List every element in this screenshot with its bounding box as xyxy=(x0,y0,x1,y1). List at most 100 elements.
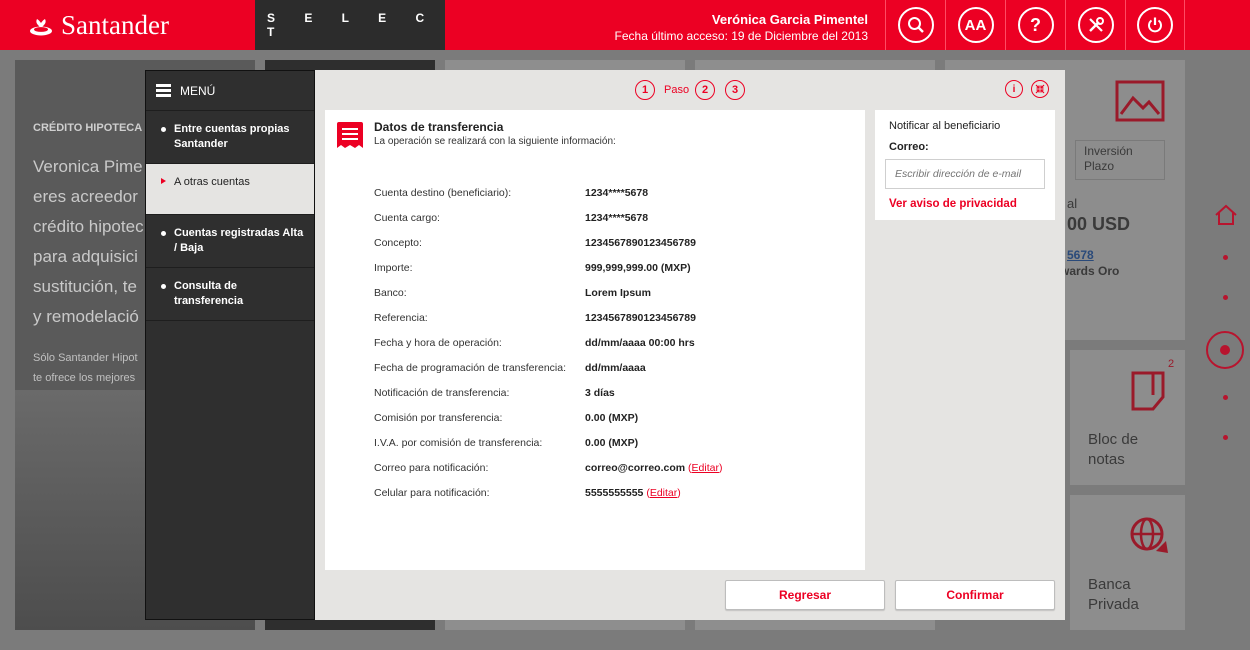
nav-dot xyxy=(1223,255,1228,260)
notepad-icon xyxy=(1131,371,1165,411)
nav-dot xyxy=(1223,395,1228,400)
detail-row: Cuenta destino (beneficiario): 1234****56… xyxy=(374,180,722,205)
detail-value: 1234****5678 xyxy=(585,186,649,199)
nav-dot-active xyxy=(1206,331,1244,369)
info-icon[interactable]: i xyxy=(1005,80,1023,98)
nav-dot xyxy=(1223,295,1228,300)
detail-label: Comisión por transferencia: xyxy=(374,411,503,424)
menu-item-own-accounts[interactable]: Entre cuentas propias Santander xyxy=(146,111,314,164)
card-name: wards Oro xyxy=(1060,264,1120,278)
notify-beneficiary-panel: Notificar al beneficiario Correo: Ver av… xyxy=(875,110,1055,220)
detail-value: dd/mm/aaaa xyxy=(585,361,646,374)
power-icon xyxy=(1137,7,1173,43)
globe-icon xyxy=(1130,517,1168,553)
notes-card: 2 Bloc de notas xyxy=(1070,350,1185,485)
detail-row: Importe: 999,999,999.00 (MXP) xyxy=(374,255,722,280)
detail-value: 0.00 (MXP) xyxy=(585,411,639,424)
user-info: Verónica Garcia Pimentel Fecha último ac… xyxy=(615,12,868,43)
search-icon xyxy=(897,7,934,43)
menu-item-label: A otras cuentas xyxy=(174,176,250,188)
transfer-details-panel: Datos de transferencia La operación se r… xyxy=(325,110,865,570)
detail-label: Celular para notificación: xyxy=(374,486,490,499)
detail-row: Banco: Lorem Ipsum xyxy=(374,280,722,305)
detail-label: Notificación de transferencia: xyxy=(374,386,510,399)
search-button[interactable] xyxy=(885,0,945,50)
font-size-button[interactable]: AA xyxy=(945,0,1005,50)
transfer-menu: MENÚ Entre cuentas propias Santander A o… xyxy=(145,70,315,620)
detail-row: Celular para notificación: 5555555555 (Ed… xyxy=(374,480,722,505)
promo-small-line: te ofrece los mejores xyxy=(33,372,136,384)
step-3: 3 xyxy=(725,80,746,100)
detail-label: Importe: xyxy=(374,261,413,274)
confirm-button[interactable]: Confirmar xyxy=(895,580,1055,610)
balance-amount: 00 USD xyxy=(1067,214,1131,234)
tools-icon xyxy=(1077,7,1114,43)
detail-label: Concepto: xyxy=(374,236,422,249)
detail-label: Cuenta cargo: xyxy=(374,211,440,224)
menu-item-transfer-inquiry[interactable]: Consulta de transferencia xyxy=(146,268,314,321)
edit-email-link[interactable]: Editar xyxy=(692,462,719,474)
detail-label: Correo para notificación: xyxy=(374,461,489,474)
collapse-icon[interactable] xyxy=(1031,80,1049,98)
edit-phone-link[interactable]: Editar xyxy=(650,487,677,499)
back-button[interactable]: Regresar xyxy=(725,580,885,610)
promo-small: Sólo Santander Hipot te ofrece los mejor… xyxy=(33,348,138,388)
menu-item-label: Cuentas registradas Alta / Baja xyxy=(174,227,304,254)
detail-row: Cuenta cargo: 1234****5678 xyxy=(374,205,722,230)
detail-label: Fecha y hora de operación: xyxy=(374,336,502,349)
private-banking-card: Banca Privada xyxy=(1070,495,1185,630)
email-value: correo@correo.com xyxy=(585,461,686,474)
step-word: Paso xyxy=(664,84,690,96)
detail-value: 1234567890123456789 xyxy=(585,311,696,324)
detail-value: 3 días xyxy=(585,386,615,399)
panel-subtitle: La operación se realizará con la siguien… xyxy=(374,136,616,147)
side-navigation xyxy=(1200,200,1250,450)
detail-row: I.V.A. por comisión de transferencia: 0.0… xyxy=(374,430,722,455)
account-number-link: 5678 xyxy=(1067,248,1094,262)
step-1: 1 xyxy=(635,80,655,100)
promo-small-line: Sólo Santander Hipot xyxy=(33,352,138,364)
brand-name: Santander xyxy=(61,9,169,40)
image-icon xyxy=(1115,80,1165,122)
promo-kicker: CRÉDITO HIPOTECA xyxy=(33,122,143,134)
step-indicator: 1 Paso 2 3 xyxy=(635,80,746,100)
privacy-notice-link[interactable]: Ver aviso de privacidad xyxy=(889,198,1041,210)
logout-button[interactable] xyxy=(1125,0,1185,50)
detail-label: Cuenta destino (beneficiario): xyxy=(374,186,512,199)
detail-row: Fecha y hora de operación: dd/mm/aaaa 00:… xyxy=(374,330,722,355)
detail-row: Concepto: 1234567890123456789 xyxy=(374,230,722,255)
menu-header[interactable]: MENÚ xyxy=(146,71,314,111)
detail-value: 1234****5678 xyxy=(585,211,649,224)
email-label: Correo: xyxy=(889,141,929,153)
detail-row: Notificación de transferencia: 3 días xyxy=(374,380,722,405)
hamburger-icon xyxy=(156,84,171,97)
notify-heading: Notificar al beneficiario xyxy=(889,120,1001,132)
detail-value: 5555555555 (Editar) xyxy=(585,486,681,499)
help-label: ? xyxy=(1030,14,1041,35)
menu-item-other-accounts[interactable]: A otras cuentas xyxy=(146,164,314,215)
notes-badge: 2 xyxy=(1168,358,1175,370)
email-field[interactable] xyxy=(885,159,1045,189)
private-banking-label: Banca Privada xyxy=(1088,576,1139,613)
tools-button[interactable] xyxy=(1065,0,1125,50)
detail-row: Fecha de programación de transferencia: d… xyxy=(374,355,722,380)
menu-item-label: Consulta de transferencia xyxy=(174,280,244,307)
detail-value: 1234567890123456789 xyxy=(585,236,696,249)
menu-item-label: Entre cuentas propias Santander xyxy=(174,123,290,150)
detail-row: Comisión por transferencia: 0.00 (MXP) xyxy=(374,405,722,430)
detail-value: dd/mm/aaaa 00:00 hrs xyxy=(585,336,695,349)
santander-logo[interactable]: Santander xyxy=(15,0,255,50)
menu-item-registered-accounts[interactable]: Cuentas registradas Alta / Baja xyxy=(146,215,314,268)
select-tab[interactable]: S E L E C T xyxy=(255,0,445,50)
balance-label-fragment: al xyxy=(1067,196,1078,211)
detail-value: correo@correo.com (Editar) xyxy=(585,461,723,474)
help-button[interactable]: ? xyxy=(1005,0,1065,50)
panel-title: Datos de transferencia xyxy=(374,120,504,134)
detail-row: Referencia: 1234567890123456789 xyxy=(374,305,722,330)
notes-label: Bloc de notas xyxy=(1088,431,1139,468)
transfer-modal: MENÚ Entre cuentas propias Santander A o… xyxy=(145,70,1065,620)
detail-label: Referencia: xyxy=(374,311,428,324)
flame-icon xyxy=(30,12,52,36)
top-bar: Santander S E L E C T Verónica Garcia Pi… xyxy=(0,0,1250,50)
menu-title: MENÚ xyxy=(180,83,216,98)
